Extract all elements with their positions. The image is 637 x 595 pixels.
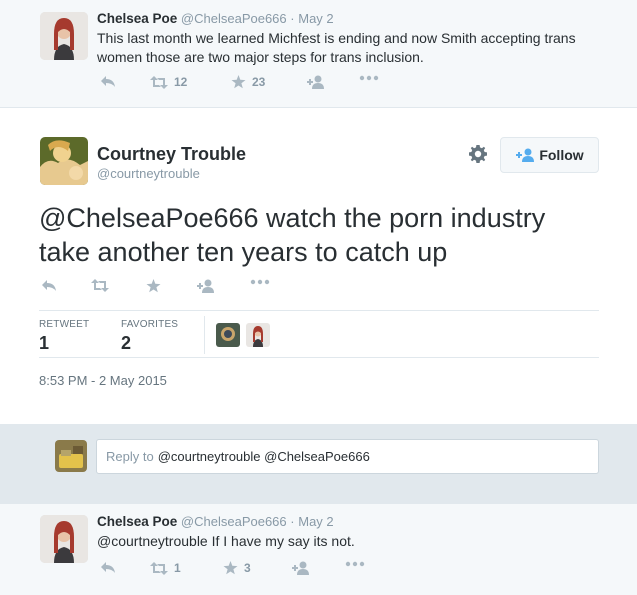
favorite-button[interactable]: 3 [223,561,251,575]
reply-input[interactable]: Reply to @courtneytrouble @ChelseaPoe666 [96,439,599,474]
follow-user-icon [307,75,324,89]
gear-icon[interactable] [469,145,487,163]
tweet-header: Chelsea Poe @ChelseaPoe666 · May 2 [97,514,334,529]
tweet-stats: RETWEET 1 FAVORITES 2 [39,310,599,358]
more-button[interactable] [359,75,379,81]
tweet-date[interactable]: May 2 [298,11,333,26]
retweet-icon [91,279,109,292]
tweet-text: This last month we learned Michfest is e… [97,30,576,65]
more-icon [359,75,379,81]
favoriter-avatar[interactable] [216,323,240,347]
permalink-tweet: Courtney Trouble @courtneytrouble Follow… [0,108,637,424]
more-icon [345,561,365,567]
follow-user-button[interactable] [292,561,310,575]
reply-icon [42,280,56,291]
retweet-icon [150,561,168,575]
tweet-timestamp[interactable]: 8:53 PM - 2 May 2015 [39,373,167,388]
avatar[interactable] [40,137,88,185]
author-name[interactable]: Chelsea Poe [97,11,177,26]
author-handle[interactable]: @courtneytrouble [97,166,200,181]
more-icon [250,279,270,285]
favorite-star-icon [223,561,238,575]
favorites-stat[interactable]: FAVORITES 2 [121,319,178,354]
separator: · [290,514,295,529]
retweet-count: 12 [174,75,188,89]
author-handle[interactable]: @ChelseaPoe666 [181,514,287,529]
follow-user-icon [516,148,535,162]
follow-user-icon [197,279,214,293]
favorite-button[interactable]: 23 [231,75,265,89]
follow-user-icon [292,561,309,575]
previous-tweet[interactable]: Chelsea Poe @ChelseaPoe666 · May 2 This … [0,0,637,108]
reply-button[interactable] [100,561,116,574]
tweet-actions [39,279,339,299]
favorites-stat-label: FAVORITES [121,319,179,330]
follow-user-button[interactable] [197,279,215,293]
more-button[interactable] [250,279,270,285]
retweet-button[interactable]: 12 [150,75,187,89]
more-button[interactable] [345,561,365,567]
favorite-count: 23 [252,75,266,89]
tweet-text: @courtneytrouble If I have my say its no… [97,533,355,549]
reply-tweet[interactable]: Chelsea Poe @ChelseaPoe666 · May 2 @cour… [0,503,637,595]
tweet-actions: 12 23 [97,75,397,95]
current-user-avatar [55,440,87,472]
separator: · [290,11,295,26]
reply-bar: Reply to @courtneytrouble @ChelseaPoe666 [0,424,637,503]
favorite-button[interactable] [146,279,161,293]
retweet-stat[interactable]: RETWEET 1 [39,319,89,354]
reply-prefix: Reply to [106,449,154,464]
author-name[interactable]: Courtney Trouble [97,144,246,165]
retweet-stat-value: 1 [39,333,50,353]
author-name[interactable]: Chelsea Poe [97,514,177,529]
reply-mentions: @courtneytrouble @ChelseaPoe666 [157,449,370,464]
tweet-header: Chelsea Poe @ChelseaPoe666 · May 2 [97,11,334,26]
favoriter-avatar[interactable] [246,323,270,347]
retweet-button[interactable]: 1 [150,561,181,575]
tweet-text: @ChelseaPoe666 watch the porn industry t… [39,203,546,267]
favorite-star-icon [231,75,246,89]
reply-button[interactable] [41,279,57,292]
stat-divider [204,316,205,354]
reply-icon [101,76,115,87]
retweet-button[interactable] [91,279,109,292]
follow-button[interactable]: Follow [500,137,599,173]
favorites-stat-value: 2 [121,333,132,353]
avatar[interactable] [40,12,88,60]
avatar[interactable] [40,515,88,563]
retweet-count: 1 [174,561,181,575]
author-handle[interactable]: @ChelseaPoe666 [181,11,287,26]
reply-button[interactable] [100,75,116,88]
tweet-date[interactable]: May 2 [298,514,333,529]
favorite-star-icon [146,279,161,293]
retweet-stat-label: RETWEET [39,319,90,330]
tweet-actions: 1 3 [97,561,397,581]
reply-icon [101,562,115,573]
favorite-count: 3 [244,561,251,575]
retweet-icon [150,75,168,89]
follow-user-button[interactable] [307,75,325,89]
follow-label: Follow [539,147,584,163]
